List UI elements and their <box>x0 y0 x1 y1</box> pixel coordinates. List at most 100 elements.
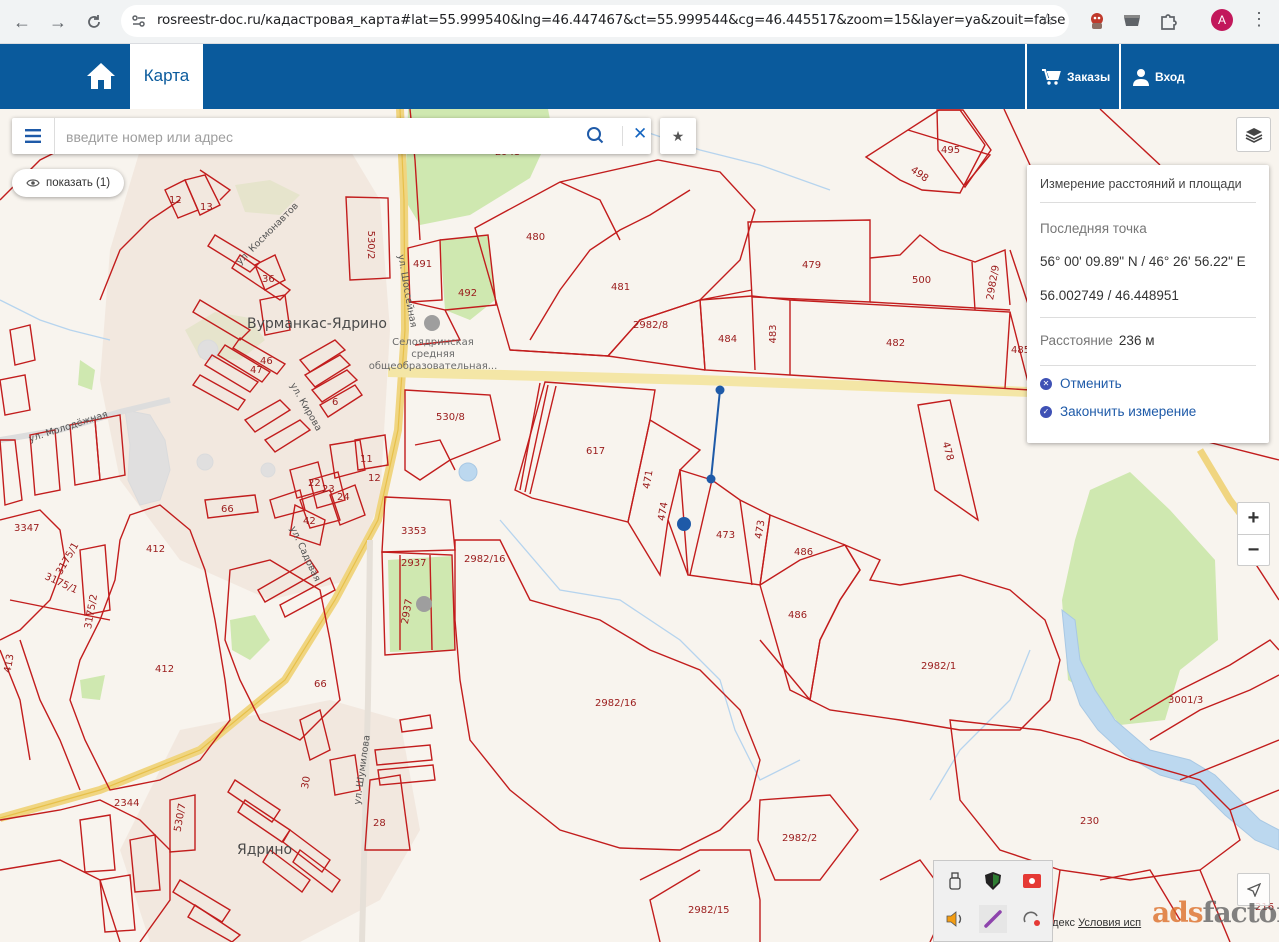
parcel-label: 486 <box>788 610 807 621</box>
parcel-label: 482 <box>886 338 905 349</box>
eye-icon <box>26 179 40 187</box>
login-button[interactable]: Вход <box>1133 44 1185 109</box>
parcel-label: 12 <box>368 473 381 484</box>
record-icon[interactable] <box>1018 867 1046 895</box>
tab-map[interactable]: Карта <box>130 44 203 109</box>
check-icon: ✓ <box>1040 405 1052 418</box>
favorite-star-button[interactable]: ★ <box>660 118 696 154</box>
pen-icon[interactable] <box>979 905 1007 933</box>
parcel-label: 23 <box>322 484 335 495</box>
place-label: Вурманкас-Ядрино <box>247 316 387 332</box>
parcel-label: 6 <box>332 397 338 408</box>
parcel-label: 36 <box>262 274 275 285</box>
reload-icon[interactable] <box>80 8 108 36</box>
poi-icon <box>416 596 432 612</box>
parcel-label: 530/2 <box>365 231 376 260</box>
search-icon[interactable] <box>586 126 604 149</box>
address-bar[interactable]: rosreestr-doc.ru/кадастровая_карта#lat=5… <box>121 5 1069 37</box>
parcel-label: 2982/2 <box>782 833 817 844</box>
zoom-in-button[interactable]: + <box>1238 503 1269 535</box>
svg-text:Селоядринская: Селоядринская <box>392 337 474 348</box>
parcel-label: 2982/16 <box>464 554 506 565</box>
zoom-out-button[interactable]: − <box>1238 535 1269 566</box>
extension-icon[interactable] <box>1121 10 1143 32</box>
show-button[interactable]: показать (1) <box>12 169 125 197</box>
parcel-label: 486 <box>794 547 813 558</box>
divider <box>1040 365 1256 366</box>
watermark-logo: adsfactory <box>1152 896 1279 929</box>
forward-icon[interactable]: → <box>44 8 72 36</box>
parcel-label: 495 <box>941 145 960 156</box>
url-text: rosreestr-doc.ru/кадастровая_карта#lat=5… <box>157 12 1066 28</box>
site-header: Карта Заказы Вход <box>0 44 1279 109</box>
parcel-label: 412 <box>155 664 174 675</box>
navigation-arrow-icon <box>1246 882 1261 897</box>
finish-measure-button[interactable]: ✓ Закончить измерение <box>1040 404 1196 419</box>
cancel-icon: ✕ <box>1040 377 1052 390</box>
layers-button[interactable] <box>1236 117 1271 152</box>
speaker-icon[interactable] <box>941 905 969 933</box>
parcel-label: 617 <box>586 446 605 457</box>
parcel-label: 491 <box>413 259 432 270</box>
search-bar: ✕ <box>12 118 651 154</box>
parcel-label: 412 <box>146 544 165 555</box>
measure-panel: Измерение расстояний и площади Последняя… <box>1027 165 1269 443</box>
search-divider <box>622 126 623 146</box>
orders-button[interactable]: Заказы <box>1041 44 1110 109</box>
sync-icon[interactable] <box>1018 905 1046 933</box>
place-label: Ядрино <box>237 842 292 858</box>
menu-icon[interactable] <box>12 118 55 154</box>
site-info-icon[interactable] <box>131 13 147 34</box>
login-label: Вход <box>1155 69 1185 84</box>
close-icon[interactable]: ✕ <box>633 124 647 144</box>
avatar[interactable]: A <box>1211 9 1233 31</box>
parcel-label: 530/8 <box>436 412 465 423</box>
parcel-label: 22 <box>308 478 321 489</box>
cart-icon <box>1042 68 1061 85</box>
parcel-label: 42 <box>303 516 316 527</box>
parcel-label: 500 <box>912 275 931 286</box>
shield-icon[interactable] <box>979 867 1007 895</box>
parcel-label: 3347 <box>14 523 39 534</box>
parcel-label: 3353 <box>401 526 426 537</box>
header-divider <box>1119 44 1121 109</box>
home-icon[interactable] <box>83 58 119 94</box>
header-divider <box>1025 44 1027 109</box>
terms-link[interactable]: Условия исп <box>1078 917 1141 929</box>
map-attribution: ндекс Условия исп <box>1046 917 1141 929</box>
finish-label: Закончить измерение <box>1060 404 1197 419</box>
parcel-label: 483 <box>768 324 779 343</box>
extension-icon[interactable] <box>1086 10 1108 32</box>
parcel-label: 28 <box>373 818 386 829</box>
school-icon <box>424 315 440 331</box>
user-icon <box>1133 68 1149 86</box>
parcel-label: 473 <box>716 530 735 541</box>
coords-dms: 56° 00' 09.89" N / 46° 26' 56.22" E <box>1040 254 1246 269</box>
system-tray-popup <box>933 860 1053 942</box>
browser-toolbar: ← → rosreestr-doc.ru/кадастровая_карта#l… <box>0 0 1279 44</box>
search-input[interactable] <box>64 126 568 148</box>
divider <box>1040 317 1256 318</box>
parcel-label: 66 <box>314 679 327 690</box>
menu-kebab-icon[interactable]: ⋮ <box>1250 9 1268 30</box>
parcel-label: 3001/3 <box>1168 695 1203 706</box>
puzzle-icon[interactable] <box>1157 10 1179 32</box>
parcel-label: 12 <box>169 195 182 206</box>
parcel-label: 66 <box>221 504 234 515</box>
distance-value: 236 м <box>1118 333 1155 348</box>
parcel-label: 24 <box>337 492 350 503</box>
svg-text:средняя: средняя <box>411 349 454 360</box>
zoom-control: + − <box>1237 502 1270 566</box>
back-icon[interactable]: ← <box>8 8 36 36</box>
bookmark-star-icon[interactable]: ☆ <box>1040 10 1055 30</box>
orders-label: Заказы <box>1067 69 1111 84</box>
cancel-label: Отменить <box>1060 376 1122 391</box>
parcel-label: 13 <box>200 202 213 213</box>
coords-decimal: 56.002749 / 46.448951 <box>1040 288 1179 303</box>
divider <box>1040 202 1256 203</box>
parcel-label: 2982/15 <box>688 905 730 916</box>
star-icon: ★ <box>671 127 685 144</box>
svg-text:общеобразовательная...: общеобразовательная... <box>369 361 498 372</box>
usb-icon[interactable] <box>941 867 969 895</box>
cancel-button[interactable]: ✕ Отменить <box>1040 376 1122 391</box>
